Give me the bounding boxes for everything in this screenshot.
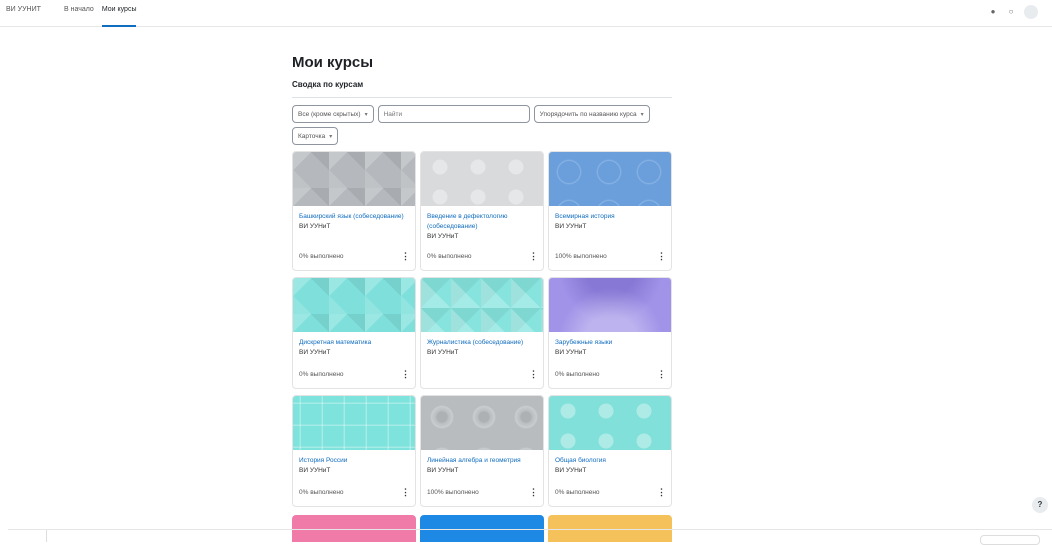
course-card[interactable]: Введение в дефектологию (собеседование) … [420,151,544,271]
bell-icon[interactable]: ● [988,7,998,17]
course-image[interactable] [549,396,671,450]
site-brand[interactable]: ВИ УУНИТ [6,6,41,13]
view-dropdown[interactable]: Карточка ▾ [292,127,339,145]
main-content: Мои курсы Сводка по курсам Все (кроме ск… [292,54,672,507]
course-progress: 0% выполнено [555,489,600,496]
footer-control[interactable] [980,535,1040,545]
course-category: ВИ УУНиТ [299,467,331,474]
section-title: Сводка по курсам [292,80,364,89]
course-card[interactable]: Всемирная история ВИ УУНиТ 100% выполнен… [548,151,672,271]
course-image[interactable] [421,396,543,450]
more-options-icon[interactable]: ⋮ [529,369,538,380]
course-card[interactable]: Башкирский язык (собеседование) ВИ УУНиТ… [292,151,416,271]
course-image[interactable] [293,278,415,332]
grouping-dropdown[interactable]: Все (кроме скрытых) ▾ [292,105,374,123]
course-category: ВИ УУНиТ [299,349,331,356]
more-options-icon[interactable]: ⋮ [529,487,538,498]
course-image[interactable] [549,152,671,206]
avatar[interactable] [1024,5,1038,19]
course-progress: 0% выполнено [427,253,472,260]
course-image[interactable] [293,152,415,206]
course-name-link[interactable]: Дискретная математика [299,338,409,348]
course-category: ВИ УУНиТ [427,467,459,474]
primary-navigation: В начало Мои курсы [64,6,137,27]
course-image[interactable] [421,152,543,206]
course-progress: 0% выполнено [299,253,344,260]
search-input[interactable] [377,105,530,123]
more-options-icon[interactable]: ⋮ [401,251,410,262]
chat-icon[interactable]: ○ [1006,7,1016,17]
course-name-link[interactable]: Линейная алгебра и геометрия [427,456,537,466]
course-card[interactable]: История России ВИ УУНиТ 0% выполнено ⋮ [292,395,416,507]
course-name-link[interactable]: Журналистика (собеседование) [427,338,537,348]
chevron-down-icon: ▾ [364,111,368,118]
course-card[interactable]: Общая биология ВИ УУНиТ 0% выполнено ⋮ [548,395,672,507]
course-progress: 100% выполнено [427,489,479,496]
course-card[interactable]: Дискретная математика ВИ УУНиТ 0% выполн… [292,277,416,389]
sort-dropdown[interactable]: Упорядочить по названию курса ▾ [533,105,650,123]
course-name-link[interactable]: Общая биология [555,456,665,466]
nav-item-home[interactable]: В начало [64,6,94,27]
more-options-icon[interactable]: ⋮ [401,369,410,380]
course-image[interactable] [421,278,543,332]
course-name-link[interactable]: Зарубежные языки [555,338,665,348]
footer-divider-vertical [46,530,47,542]
course-category: ВИ УУНиТ [299,223,331,230]
grouping-value: Все (кроме скрытых) [298,110,361,118]
course-progress: 0% выполнено [555,371,600,378]
course-progress: 0% выполнено [299,489,344,496]
course-name-link[interactable]: Введение в дефектологию (собеседование) [427,212,537,232]
course-category: ВИ УУНиТ [555,467,587,474]
footer-divider [8,529,1052,530]
course-progress: 0% выполнено [299,371,344,378]
more-options-icon[interactable]: ⋮ [657,251,666,262]
course-card[interactable]: Журналистика (собеседование) ВИ УУНиТ ⋮ [420,277,544,389]
divider [292,97,672,98]
course-card[interactable]: Линейная алгебра и геометрия ВИ УУНиТ 10… [420,395,544,507]
course-grid: Башкирский язык (собеседование) ВИ УУНиТ… [292,151,672,507]
course-category: ВИ УУНиТ [555,223,587,230]
course-filters: Все (кроме скрытых) ▾ Упорядочить по наз… [292,105,672,145]
chevron-down-icon: ▾ [329,133,333,140]
page-title: Мои курсы [292,54,374,71]
user-toolbar: ● ○ [988,5,1038,19]
course-image[interactable] [293,396,415,450]
course-name-link[interactable]: Всемирная история [555,212,665,222]
more-options-icon[interactable]: ⋮ [401,487,410,498]
nav-item-my-courses[interactable]: Мои курсы [101,6,137,27]
course-category: ВИ УУНиТ [427,233,459,240]
course-name-link[interactable]: Башкирский язык (собеседование) [299,212,409,222]
course-image[interactable] [549,278,671,332]
sort-value: Упорядочить по названию курса [539,110,637,118]
more-options-icon[interactable]: ⋮ [529,251,538,262]
course-name-link[interactable]: История России [299,456,409,466]
course-progress: 100% выполнено [555,253,607,260]
more-options-icon[interactable]: ⋮ [657,487,666,498]
top-navbar: ВИ УУНИТ В начало Мои курсы ● ○ [0,0,1052,27]
course-card[interactable]: Зарубежные языки ВИ УУНиТ 0% выполнено ⋮ [548,277,672,389]
view-value: Карточка [298,132,326,140]
help-button[interactable]: ? [1032,497,1048,513]
chevron-down-icon: ▾ [640,111,644,118]
course-category: ВИ УУНиТ [427,349,459,356]
course-category: ВИ УУНиТ [555,349,587,356]
more-options-icon[interactable]: ⋮ [657,369,666,380]
